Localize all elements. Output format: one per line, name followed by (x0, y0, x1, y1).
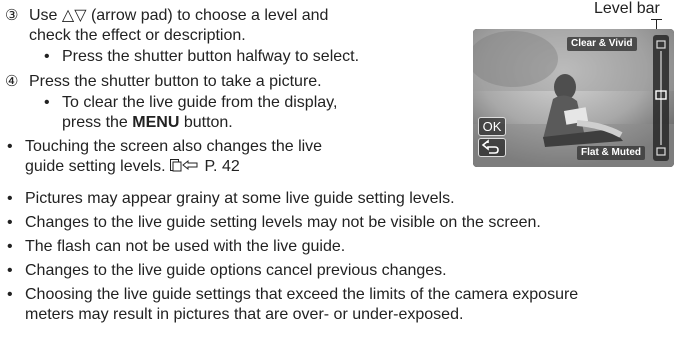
step-4-text: Press the shutter button to take a pictu… (29, 73, 322, 90)
step-4-sub1-post: button. (179, 114, 233, 131)
note-item: Changes to the live guide options cancel… (25, 262, 447, 279)
note-item: Choosing the live guide settings that ex… (25, 286, 579, 303)
menu-button-label: MENU (132, 114, 180, 131)
step-4-sub1-line1: To clear the live guide from the display… (62, 94, 338, 111)
level-bar[interactable] (653, 35, 669, 161)
callout-line (651, 19, 662, 20)
bullet-dot: • (7, 286, 13, 303)
step-3-text-line1: Use △▽ (arrow pad) to choose a level and (29, 7, 329, 24)
note-item: Pictures may appear grainy at some live … (25, 190, 455, 207)
bullet-dot: • (7, 262, 13, 279)
step-3-sub1: Press the shutter button halfway to sele… (62, 48, 360, 65)
touch-note-line1: Touching the screen also changes the liv… (25, 138, 323, 155)
note-item-continued: meters may result in pictures that are o… (25, 306, 464, 323)
note-item: The flash can not be used with the live … (25, 238, 346, 255)
bullet-dot: • (44, 48, 50, 65)
note-item: Changes to the live guide setting levels… (25, 214, 541, 231)
touch-note-line2: guide setting levels. P. 42 (25, 157, 240, 177)
reference-book-icon (169, 158, 200, 175)
step-4-sub1-pre: press the (62, 114, 133, 131)
step-4-sub1-line2: press the MENU button. (62, 113, 233, 133)
touch-note-ref: P. 42 (204, 158, 240, 175)
ok-button[interactable]: OK (478, 117, 506, 136)
level-bar-callout-label: Level bar (594, 0, 660, 17)
back-arrow-icon[interactable] (478, 138, 506, 157)
bullet-dot: • (7, 238, 13, 255)
touch-note-pre: guide setting levels. (25, 158, 170, 175)
bullet-dot: • (7, 138, 13, 155)
camera-screen-illustration: Clear & Vivid Flat & Muted OK (473, 29, 674, 167)
clear-vivid-label: Clear & Vivid (567, 37, 637, 51)
bullet-dot: • (7, 214, 13, 231)
flat-muted-label: Flat & Muted (577, 146, 645, 160)
bullet-dot: • (44, 94, 50, 111)
step-3-text-line2: check the effect or description. (29, 27, 246, 44)
bullet-dot: • (7, 190, 13, 207)
step-4-number: ④ (5, 73, 19, 90)
step-3-number: ③ (5, 7, 19, 24)
